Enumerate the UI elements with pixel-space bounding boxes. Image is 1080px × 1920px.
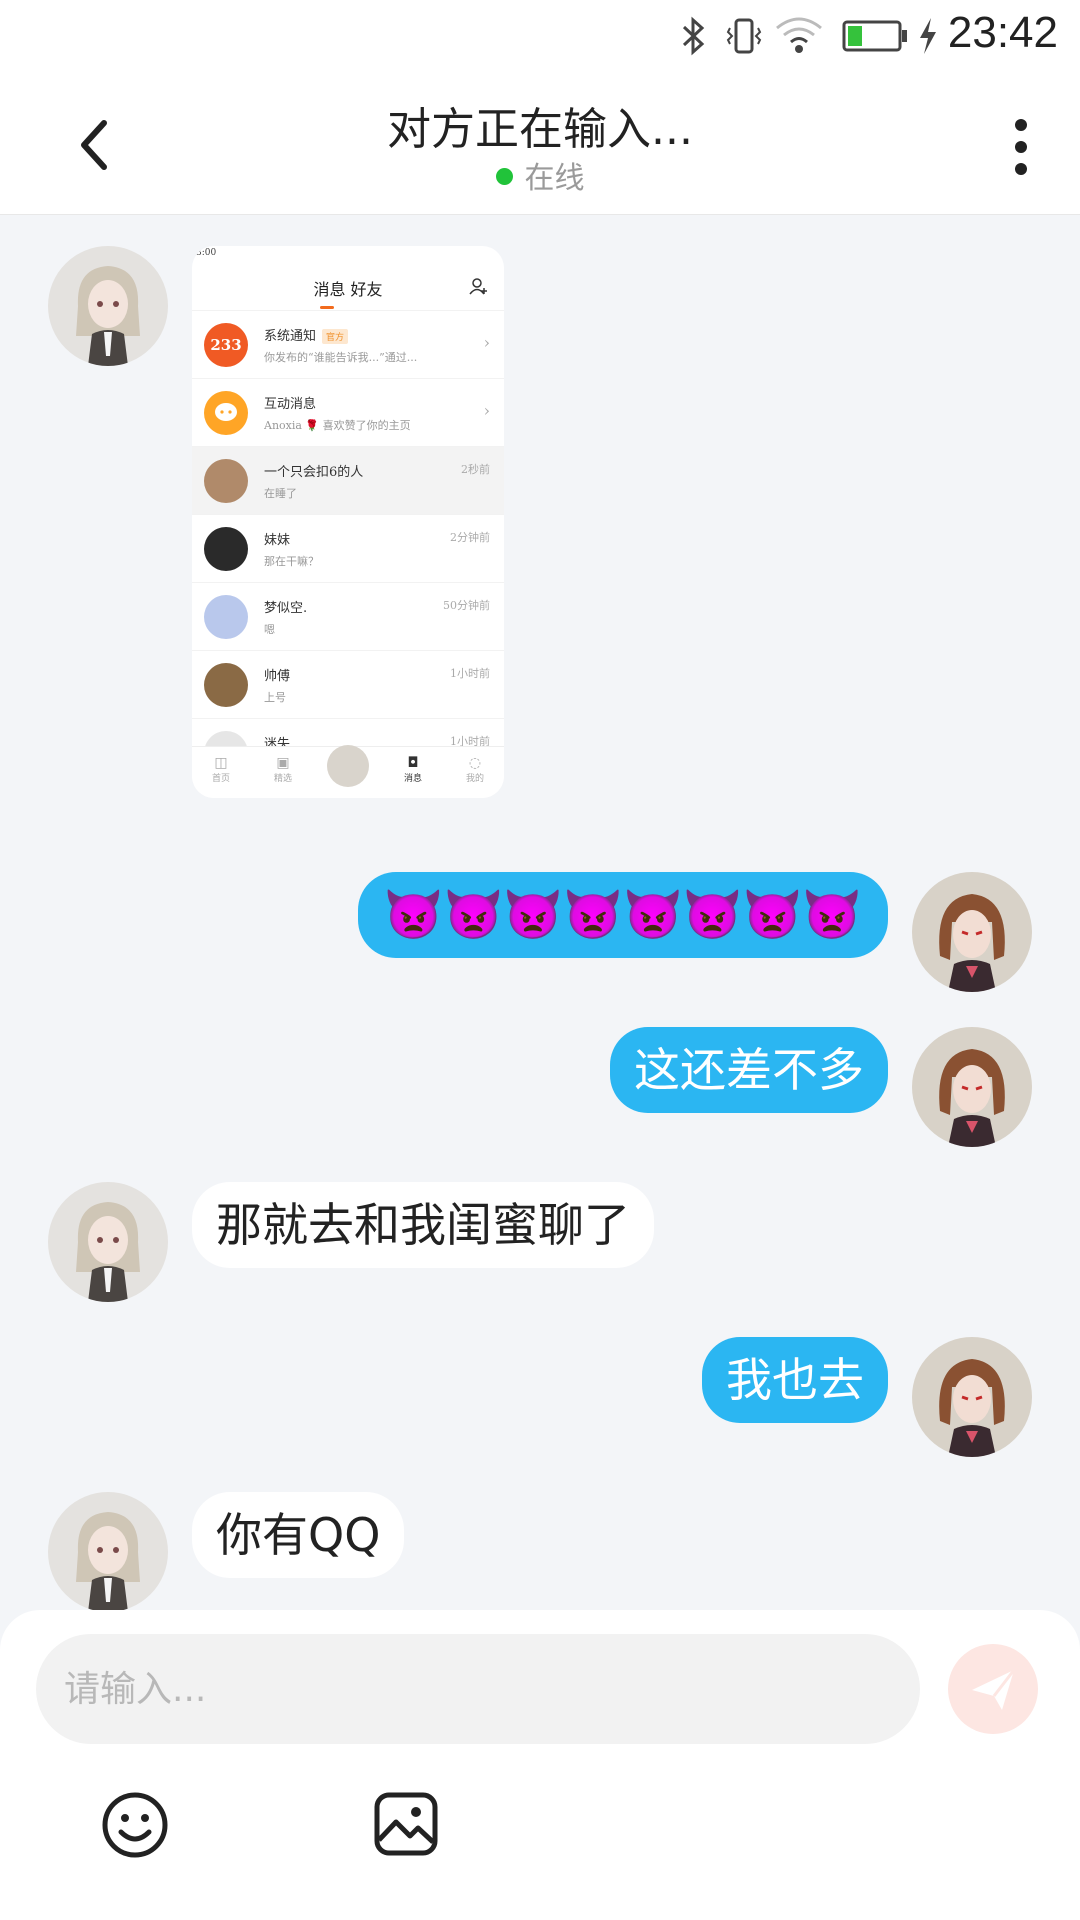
screenshot-row-preview: 你发布的“谁能告诉我...”通过...: [264, 351, 418, 364]
chat-icon: ◘: [407, 755, 419, 771]
screenshot-nav-home: 首页: [211, 774, 230, 784]
add-friend-icon: [469, 278, 487, 295]
screenshot-nav-me: 我的: [465, 774, 484, 784]
screenshot-avatar: [204, 663, 248, 707]
composer: [0, 1610, 1080, 1920]
smiley-icon[interactable]: [100, 1790, 170, 1860]
screenshot-nav-avatar: [327, 745, 369, 787]
screenshot-avatar: [204, 595, 248, 639]
wifi-icon: [776, 17, 822, 53]
more-options-icon[interactable]: [1006, 117, 1036, 177]
screenshot-avatar: [204, 459, 248, 503]
screenshot-bottom-nav: ◫ 首页 ▣ 精选 ◘ 消息 ◌ 我的: [192, 745, 504, 798]
screenshot-row-time: 2秒前: [461, 463, 490, 476]
interaction-icon: [204, 391, 248, 435]
chat-title: 对方正在输入...: [387, 104, 693, 155]
online-dot-icon: [495, 168, 513, 185]
clock: 23:42: [947, 8, 1058, 57]
chevron-right-icon: ›: [483, 401, 490, 420]
screenshot-row-preview: 那在干嘛？: [264, 555, 319, 568]
screenshot-row-name: 一个只会扣6的人: [264, 465, 364, 480]
status-bar: 23:42: [0, 0, 1080, 75]
chat-header: 对方正在输入... 在线: [0, 75, 1080, 215]
screenshot-tabs: 消息 好友: [192, 262, 504, 310]
screenshot-row-time: 1小时前: [450, 667, 490, 680]
message-bubble-incoming[interactable]: 那就去和我闺蜜聊了: [192, 1182, 654, 1268]
screenshot-row-tag: 官方: [322, 329, 349, 344]
presence-label: 在线: [524, 161, 585, 196]
my-avatar[interactable]: [912, 1027, 1032, 1147]
send-button[interactable]: [948, 1644, 1038, 1734]
screenshot-row-preview: 上号: [264, 691, 286, 704]
message-bubble-outgoing[interactable]: 👿👿👿👿👿👿👿👿: [357, 872, 888, 958]
screenshot-row: 233 系统通知 官方 你发布的“谁能告诉我...”通过... ›: [192, 310, 504, 378]
screenshot-row: 帅傅 上号 1小时前: [192, 650, 504, 718]
message-bubble-outgoing[interactable]: 我也去: [702, 1337, 888, 1423]
message-input[interactable]: [36, 1634, 920, 1744]
bluetooth-icon: [682, 16, 705, 56]
screenshot-row-name: 帅傅: [264, 669, 291, 684]
screenshot-row-preview: 在睡了: [264, 487, 297, 500]
star-icon: ▣: [276, 755, 290, 771]
screenshot-row-name: 梦似空.: [264, 601, 308, 616]
screenshot-row-preview: 嗯: [264, 623, 275, 636]
message-bubble-outgoing[interactable]: 这还差不多: [610, 1027, 888, 1113]
my-avatar[interactable]: [912, 872, 1032, 992]
screenshot-row: 互动消息 Anoxia 🌹 喜欢赞了你的主页 ›: [192, 378, 504, 446]
gamepad-icon: ◫: [214, 755, 228, 771]
contact-avatar[interactable]: [48, 1182, 168, 1302]
message-bubble-incoming[interactable]: 你有QQ: [192, 1492, 405, 1578]
screenshot-tab-messages: 消息: [313, 280, 346, 299]
screenshot-nav-featured: 精选: [273, 774, 292, 784]
screenshot-status-time: 3:00: [196, 248, 217, 258]
profile-icon: ◌: [468, 755, 482, 771]
battery-icon: [842, 20, 907, 52]
screenshot-avatar: [204, 527, 248, 571]
screenshot-row-name: 妹妹: [264, 533, 291, 548]
screenshot-tab-underline: [320, 306, 334, 309]
screenshot-row: 一个只会扣6的人 在睡了 2秒前: [192, 446, 504, 514]
screenshot-image[interactable]: 3:00 消息 好友 233 系统通知 官方 你发布的“谁能告诉我...”通过..…: [192, 246, 504, 798]
screenshot-tab-friends: 好友: [350, 280, 383, 299]
contact-avatar[interactable]: [48, 246, 168, 366]
screenshot-row: 梦似空. 嗯 50分钟前: [192, 582, 504, 650]
chevron-right-icon: ›: [483, 333, 490, 352]
screenshot-badge: 233: [204, 323, 248, 367]
paper-plane-icon: [972, 1669, 1016, 1710]
screenshot-row-name: 互动消息: [264, 397, 317, 412]
presence-status: 在线: [0, 153, 1080, 197]
vibrate-icon: [726, 18, 762, 54]
my-avatar[interactable]: [912, 1337, 1032, 1457]
screenshot-row-time: 50分钟前: [443, 599, 490, 612]
contact-avatar[interactable]: [48, 1492, 168, 1612]
screenshot-row-time: 2分钟前: [450, 531, 490, 544]
screenshot-nav-messages: 消息: [403, 774, 422, 784]
screenshot-row-name: 系统通知: [264, 329, 317, 344]
screenshot-row-preview: Anoxia 🌹 喜欢赞了你的主页: [264, 419, 411, 432]
image-icon[interactable]: [372, 1790, 440, 1858]
charging-icon: [920, 18, 936, 54]
screenshot-row: 妹妹 那在干嘛？ 2分钟前: [192, 514, 504, 582]
